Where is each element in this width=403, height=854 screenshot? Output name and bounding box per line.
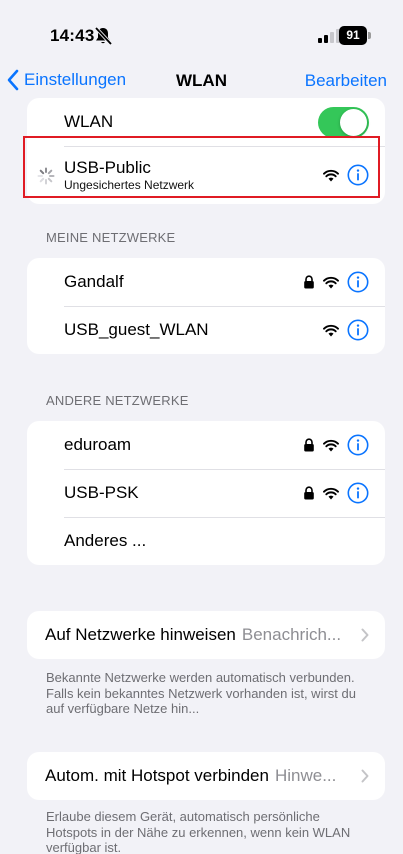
hotspot-label: Autom. mit Hotspot verbinden xyxy=(45,766,269,785)
info-icon[interactable] xyxy=(347,271,369,293)
ask-to-join-label: Auf Netzwerke hinweisen xyxy=(45,625,236,644)
back-button[interactable]: Einstellungen xyxy=(6,66,126,94)
wlan-settings-screen: 14:43 91 Einstellungen WLAN Bearbeiten W… xyxy=(0,0,403,854)
wifi-signal-icon xyxy=(323,439,339,451)
wlan-toggle[interactable] xyxy=(318,106,369,138)
chevron-right-icon xyxy=(361,769,369,783)
network-trailing xyxy=(323,306,369,354)
network-row[interactable]: USB_guest_WLAN xyxy=(27,306,385,354)
bell-off-icon xyxy=(94,26,113,46)
network-row[interactable]: eduroam xyxy=(27,421,385,469)
network-row[interactable]: USB-PSK xyxy=(27,469,385,517)
wifi-signal-icon xyxy=(323,324,339,336)
lock-icon xyxy=(304,275,314,289)
other-networks-header: ANDERE NETZWERKE xyxy=(46,393,189,408)
lock-icon xyxy=(304,486,314,500)
network-trailing xyxy=(303,421,369,469)
chevron-left-icon xyxy=(7,69,19,91)
ask-to-join-row[interactable]: Auf Netzwerke hinweisen Benachrich... xyxy=(27,611,385,659)
status-time: 14:43 xyxy=(50,26,95,45)
ask-to-join-value: Benachrich... xyxy=(241,625,342,644)
battery-cap xyxy=(368,32,371,39)
wifi-signal-icon xyxy=(323,487,339,499)
battery-level: 91 xyxy=(339,26,367,45)
toggle-knob xyxy=(340,108,367,136)
other-networks-card: eduroam USB-PSK Anderes ... xyxy=(27,421,385,565)
my-networks-card: Gandalf USB_guest_WLAN xyxy=(27,258,385,354)
cellular-signal-icon xyxy=(318,29,340,43)
my-networks-header: MEINE NETZWERKE xyxy=(46,230,176,245)
wifi-signal-icon xyxy=(323,276,339,288)
lock-icon xyxy=(304,438,314,452)
other-network-row[interactable]: Anderes ... xyxy=(27,517,385,565)
network-trailing xyxy=(303,469,369,517)
edit-button[interactable]: Bearbeiten xyxy=(305,71,387,91)
ask-to-join-footer: Bekannte Netzwerke werden automatisch ve… xyxy=(46,670,356,716)
status-bar: 14:43 91 xyxy=(0,0,403,60)
info-icon[interactable] xyxy=(347,319,369,341)
chevron-right-icon xyxy=(361,628,369,642)
hotspot-value: Hinwe... xyxy=(274,766,337,785)
hotspot-footer: Erlaube diesem Gerät, automatisch persön… xyxy=(46,809,351,854)
battery-indicator: 91 xyxy=(339,26,371,45)
other-network-label: Anderes ... xyxy=(64,531,147,550)
navigation-bar: Einstellungen WLAN Bearbeiten xyxy=(0,60,403,100)
info-icon[interactable] xyxy=(347,482,369,504)
highlight-box xyxy=(23,136,380,198)
network-row[interactable]: Gandalf xyxy=(27,258,385,306)
back-button-label: Einstellungen xyxy=(24,70,127,89)
network-trailing xyxy=(303,258,369,306)
info-icon[interactable] xyxy=(347,434,369,456)
hotspot-row[interactable]: Autom. mit Hotspot verbinden Hinwe... xyxy=(27,752,385,800)
